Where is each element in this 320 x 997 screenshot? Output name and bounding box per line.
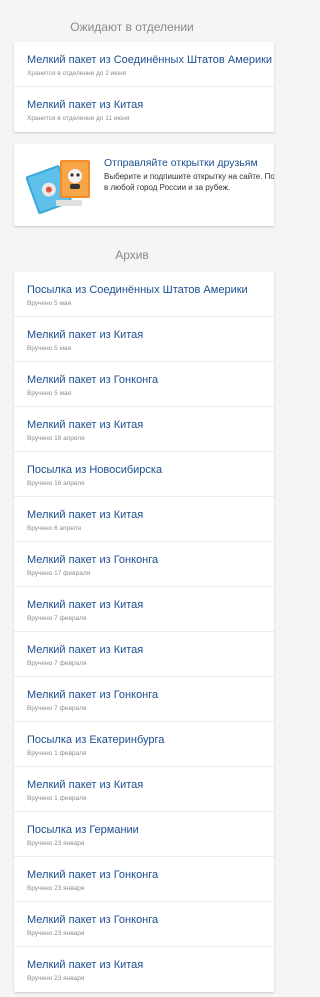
item-subtitle: Вручено 17 февраля xyxy=(27,570,91,577)
item-title: Мелкий пакет из Китая xyxy=(27,959,144,971)
pending-list: Мелкий пакет из Соединённых Штатов Амери… xyxy=(14,42,274,132)
item-title: Мелкий пакет из Китая xyxy=(27,644,144,656)
item-title: Мелкий пакет из Гонконга xyxy=(27,914,159,926)
archive-list: Посылка из Соединённых Штатов Америки Вру… xyxy=(14,272,274,992)
list-item[interactable]: Посылка из Германии Вручено 23 января xyxy=(14,812,274,857)
item-title: Мелкий пакет из Китая xyxy=(27,509,144,521)
item-subtitle: Вручено 1 февраля xyxy=(27,750,87,757)
list-item[interactable]: Мелкий пакет из Гонконга Вручено 17 февра… xyxy=(14,542,274,587)
item-subtitle: Вручено 7 февраля xyxy=(27,615,87,622)
list-item[interactable]: Мелкий пакет из Китая Вручено 7 февраля xyxy=(14,632,274,677)
item-subtitle: Вручено 16 апреля xyxy=(27,435,85,442)
item-title: Мелкий пакет из Гонконга xyxy=(27,554,159,566)
list-item[interactable]: Мелкий пакет из Соединённых Штатов Амери… xyxy=(14,42,274,87)
item-subtitle: Вручено 7 февраля xyxy=(27,660,87,667)
postcard-promo[interactable]: Отправляйте открытки друзьям Выберите и … xyxy=(14,144,274,226)
promo-title[interactable]: Отправляйте открытки друзьям xyxy=(104,157,258,169)
item-title: Мелкий пакет из Китая xyxy=(27,779,144,791)
item-subtitle: Вручено 23 января xyxy=(27,930,85,937)
list-item[interactable]: Посылка из Соединённых Штатов Америки Вру… xyxy=(14,272,274,317)
list-item[interactable]: Мелкий пакет из Китая Вручено 23 января xyxy=(14,947,274,992)
item-title: Посылка из Соединённых Штатов Америки xyxy=(27,284,248,296)
item-title: Мелкий пакет из Гонконга xyxy=(27,869,159,881)
item-title: Посылка из Екатеринбурга xyxy=(27,734,165,746)
item-subtitle: Вручено 23 января xyxy=(27,975,85,982)
list-item[interactable]: Посылка из Екатеринбурга Вручено 1 феврал… xyxy=(14,722,274,767)
item-subtitle: Вручено 6 апреля xyxy=(27,525,82,532)
item-subtitle: Хранится в отделении до 11 июня xyxy=(27,115,130,122)
item-subtitle: Вручено 7 февраля xyxy=(27,705,87,712)
item-title: Мелкий пакет из Китая xyxy=(27,419,144,431)
item-title: Посылка из Новосибирска xyxy=(27,464,163,476)
item-title: Мелкий пакет из Китая xyxy=(27,329,144,341)
list-item[interactable]: Мелкий пакет из Китая Хранится в отделен… xyxy=(14,87,274,132)
list-item[interactable]: Мелкий пакет из Гонконга Вручено 23 январ… xyxy=(14,857,274,902)
list-item[interactable]: Мелкий пакет из Гонконга Вручено 5 мая xyxy=(14,362,274,407)
item-title: Мелкий пакет из Китая xyxy=(27,599,144,611)
item-subtitle: Вручено 1 февраля xyxy=(27,795,87,802)
item-subtitle: Хранится в отделении до 2 июня xyxy=(27,70,127,77)
item-title: Мелкий пакет из Китая xyxy=(27,99,144,111)
archive-heading: Архив xyxy=(115,248,149,262)
list-item[interactable]: Мелкий пакет из Китая Вручено 1 февраля xyxy=(14,767,274,812)
list-item[interactable]: Мелкий пакет из Китая Вручено 5 мая xyxy=(14,317,274,362)
list-item[interactable]: Мелкий пакет из Китая Вручено 6 апреля xyxy=(14,497,274,542)
item-subtitle: Вручено 5 мая xyxy=(27,300,72,307)
item-subtitle: Вручено 5 мая xyxy=(27,345,72,352)
item-subtitle: Вручено 5 мая xyxy=(27,390,72,397)
item-title: Мелкий пакет из Гонконга xyxy=(27,689,159,701)
postcards-illustration-icon xyxy=(26,160,90,214)
list-item[interactable]: Мелкий пакет из Китая Вручено 7 февраля xyxy=(14,587,274,632)
item-title: Посылка из Германии xyxy=(27,824,139,836)
item-subtitle: Вручено 16 апреля xyxy=(27,480,85,487)
item-title: Мелкий пакет из Соединённых Штатов Амери… xyxy=(27,54,273,66)
list-item[interactable]: Посылка из Новосибирска Вручено 16 апреля xyxy=(14,452,274,497)
item-title: Мелкий пакет из Гонконга xyxy=(27,374,159,386)
item-subtitle: Вручено 23 января xyxy=(27,885,85,892)
item-subtitle: Вручено 23 января xyxy=(27,840,85,847)
promo-text: Выберите и подпишите открытку на сайте. … xyxy=(104,172,274,192)
list-item[interactable]: Мелкий пакет из Гонконга Вручено 23 январ… xyxy=(14,902,274,947)
list-item[interactable]: Мелкий пакет из Гонконга Вручено 7 феврал… xyxy=(14,677,274,722)
pending-heading: Ожидают в отделении xyxy=(70,20,194,34)
list-item[interactable]: Мелкий пакет из Китая Вручено 16 апреля xyxy=(14,407,274,452)
